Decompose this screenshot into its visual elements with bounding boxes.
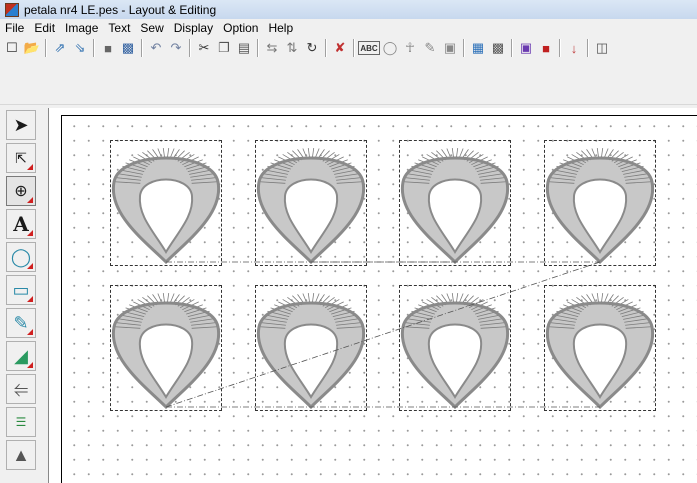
petal-embroidery bbox=[256, 148, 366, 265]
petal-embroidery bbox=[545, 293, 655, 410]
petal-embroidery bbox=[400, 148, 510, 265]
petal-embroidery bbox=[545, 148, 655, 265]
petal-embroidery bbox=[111, 148, 221, 265]
jump-stitch-line bbox=[165, 261, 601, 408]
petal-embroidery bbox=[400, 293, 510, 410]
stitch-overlay bbox=[111, 148, 655, 410]
petal-embroidery bbox=[256, 293, 366, 410]
petal-embroidery bbox=[111, 293, 221, 410]
